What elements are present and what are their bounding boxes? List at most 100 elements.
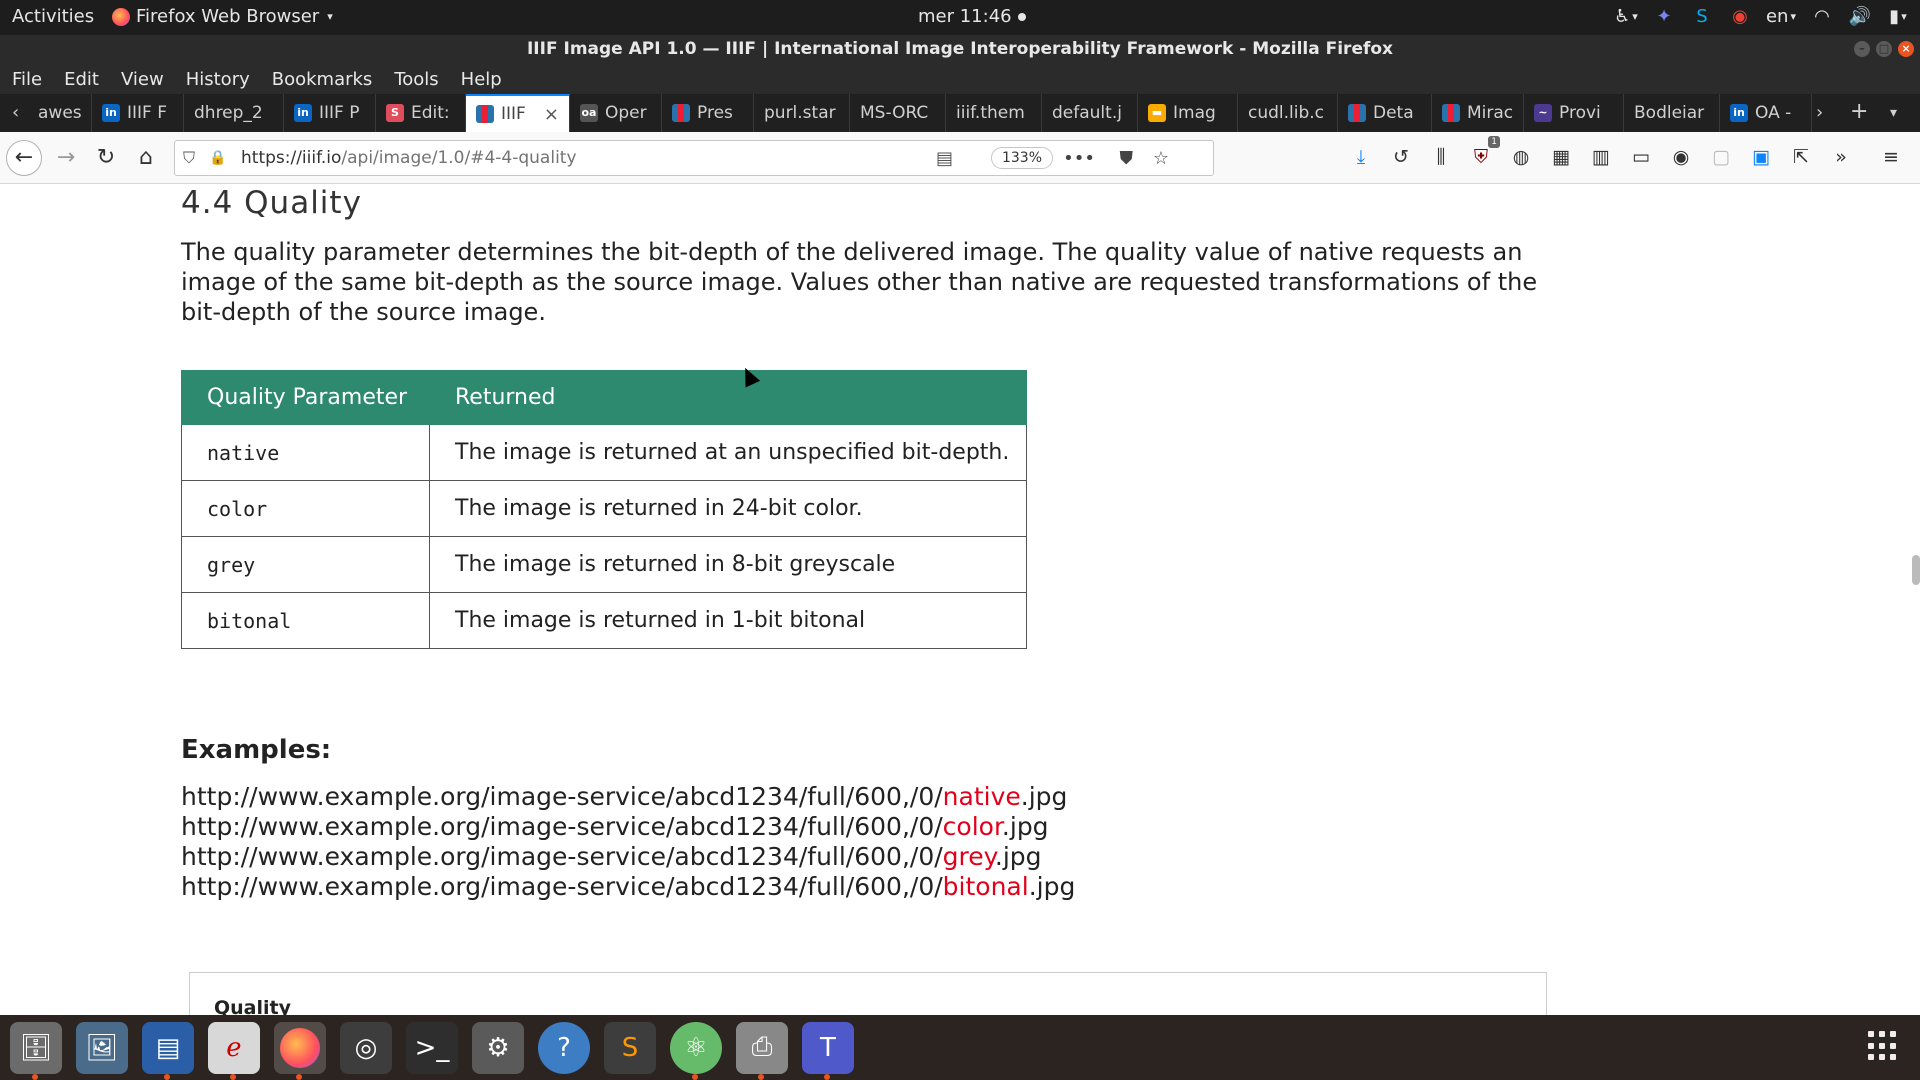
ublock-icon[interactable]: ⛨ 1 [1468,136,1500,170]
downloads-icon[interactable]: ⤓ [1348,144,1374,170]
menu-file[interactable]: File [12,69,42,90]
activities-button[interactable]: Activities [12,6,94,27]
menu-edit[interactable]: Edit [64,69,99,90]
new-tab-plus-icon[interactable]: + [1850,99,1868,124]
url-bar[interactable]: ⛉ 🔒 https://iiif.io/api/image/1.0/#4-4-q… [174,140,1214,176]
terminal-app-icon[interactable]: >_ [406,1021,458,1074]
tab-18[interactable]: Bodleiar [1624,94,1720,132]
wifi-icon[interactable]: ◠ [1810,4,1834,28]
tab-16[interactable]: Mirac [1432,94,1524,132]
menu-bookmarks[interactable]: Bookmarks [272,69,373,90]
reader-list-icon[interactable]: ▭ [1628,144,1654,170]
battery-icon[interactable]: ▮ ▾ [1886,4,1910,28]
extension-grid-icon[interactable]: ▦ [1548,144,1574,170]
tab-5[interactable]: S Edit: [376,94,466,132]
close-window-button[interactable]: × [1898,41,1914,57]
zoom-indicator[interactable]: 133% [990,147,1053,169]
tab-13[interactable]: ▬ Imag [1138,94,1238,132]
printer-app-icon[interactable]: ⎙ [736,1021,788,1080]
maximize-button[interactable]: □ [1876,41,1892,57]
tracking-shield-icon[interactable]: ⛉ [183,148,205,168]
page-scrollbar[interactable] [1912,555,1920,585]
overflow-chevrons-icon[interactable]: » [1828,144,1854,170]
lock-icon[interactable]: 🔒 [209,150,231,166]
home-icon[interactable]: ⌂ [132,144,160,172]
rhythmbox-app-icon[interactable]: ◎ [340,1021,392,1074]
sidebar-icon[interactable]: ▥ [1588,144,1614,170]
page-content: 4.4 Quality The quality parameter determ… [0,185,1920,1015]
tab-4[interactable]: in IIIF P [284,94,376,132]
back-arrow-icon[interactable]: ← [6,140,42,176]
tab-11[interactable]: iiif.them [946,94,1042,132]
table-row: color The image is returned in 24-bit co… [181,480,1027,537]
pocket-icon[interactable]: ⛊ [1120,148,1134,169]
image-viewer-app-icon[interactable]: 🖼 [76,1021,128,1074]
help-app-icon[interactable]: ? [538,1021,590,1074]
examples-list: http://www.example.org/image-service/abc… [181,782,1075,902]
tab-17[interactable]: ~ Provi [1524,94,1624,132]
clock[interactable]: mer 11:46 [918,6,1026,27]
app-menu-label: Firefox Web Browser [136,6,320,27]
tab-2[interactable]: in IIIF F [92,94,184,132]
tab-7[interactable]: oa Oper [570,94,662,132]
tab-active-iiif[interactable]: IIIF × [466,94,570,132]
menu-help[interactable]: Help [461,69,502,90]
menu-tools[interactable]: Tools [394,69,438,90]
tab-14[interactable]: cudl.lib.c [1238,94,1338,132]
tab-label: Imag [1173,103,1216,123]
table-header-parameter: Quality Parameter [181,370,430,425]
settings-app-icon[interactable]: ⚙ [472,1021,524,1074]
tab-9[interactable]: purl.star [754,94,850,132]
language-indicator[interactable]: en ▾ [1766,4,1796,28]
forward-arrow-icon[interactable]: → [52,144,80,172]
navigation-toolbar: ← → ↻ ⌂ ⛉ 🔒 https://iiif.io/api/image/1.… [0,132,1920,184]
url-text[interactable]: https://iiif.io/api/image/1.0/#4-4-quali… [241,148,577,168]
account-icon[interactable]: ◉ [1668,144,1694,170]
tab-1[interactable]: awes [28,94,92,132]
extension-box-icon[interactable]: ▢ [1708,144,1734,170]
minimize-button[interactable]: – [1854,41,1870,57]
accessibility-icon[interactable]: ♿ ▾ [1614,4,1638,28]
tab-12[interactable]: default.j [1042,94,1138,132]
acrobat-reader-app-icon[interactable]: ℯ [208,1021,260,1080]
scroll-tabs-left-icon[interactable]: ‹ [12,102,19,123]
clock-label: mer 11:46 [918,6,1012,27]
tab-8[interactable]: Pres [662,94,754,132]
iiif-favicon-icon [476,105,494,123]
firefox-app-icon[interactable] [274,1021,326,1080]
open-external-icon[interactable]: ⇱ [1788,144,1814,170]
zoom-meeting-icon[interactable]: ▣ [1748,144,1774,170]
teams-app-icon[interactable]: T [802,1021,854,1080]
files-app-icon[interactable]: 🗄 [10,1021,62,1080]
chrome-tray-icon[interactable]: ◉ [1728,4,1752,28]
tab-label: purl.star [764,103,836,123]
app-menu[interactable]: Firefox Web Browser ▾ [112,6,333,27]
tab-19[interactable]: in OA - [1720,94,1812,132]
bookmark-star-icon[interactable]: ☆ [1153,148,1169,169]
menu-history[interactable]: History [186,69,250,90]
extension-globe-icon[interactable]: ◍ [1508,144,1534,170]
show-applications-icon[interactable] [1868,1031,1898,1061]
tab-3[interactable]: dhrep_2 [184,94,284,132]
history-icon[interactable]: ↺ [1388,144,1414,170]
close-tab-icon[interactable]: × [544,104,559,125]
hamburger-menu-icon[interactable]: ≡ [1878,144,1904,170]
teams-tray-icon[interactable]: ✦ [1652,4,1676,28]
atom-app-icon[interactable]: ⚛ [670,1021,722,1080]
writer-app-icon[interactable]: ▤ [142,1021,194,1080]
volume-icon[interactable]: 🔊 [1848,4,1872,28]
library-icon[interactable]: ⫼ [1428,144,1454,170]
reader-view-icon[interactable]: ▤ [936,148,953,169]
tab-10[interactable]: MS-ORC [850,94,946,132]
sublime-text-app-icon[interactable]: S [604,1021,656,1074]
skype-tray-icon[interactable]: S [1690,4,1714,28]
scroll-tabs-right-icon[interactable]: › [1816,102,1823,123]
tab-15[interactable]: Deta [1338,94,1432,132]
list-all-tabs-icon[interactable]: ▾ [1890,105,1897,121]
page-actions-icon[interactable]: ••• [1063,148,1095,169]
menu-view[interactable]: View [121,69,164,90]
quality-table: Quality Parameter Returned native The im… [181,370,1027,649]
language-label: en [1765,5,1789,27]
tab-label: cudl.lib.c [1248,103,1325,123]
reload-icon[interactable]: ↻ [92,144,120,172]
